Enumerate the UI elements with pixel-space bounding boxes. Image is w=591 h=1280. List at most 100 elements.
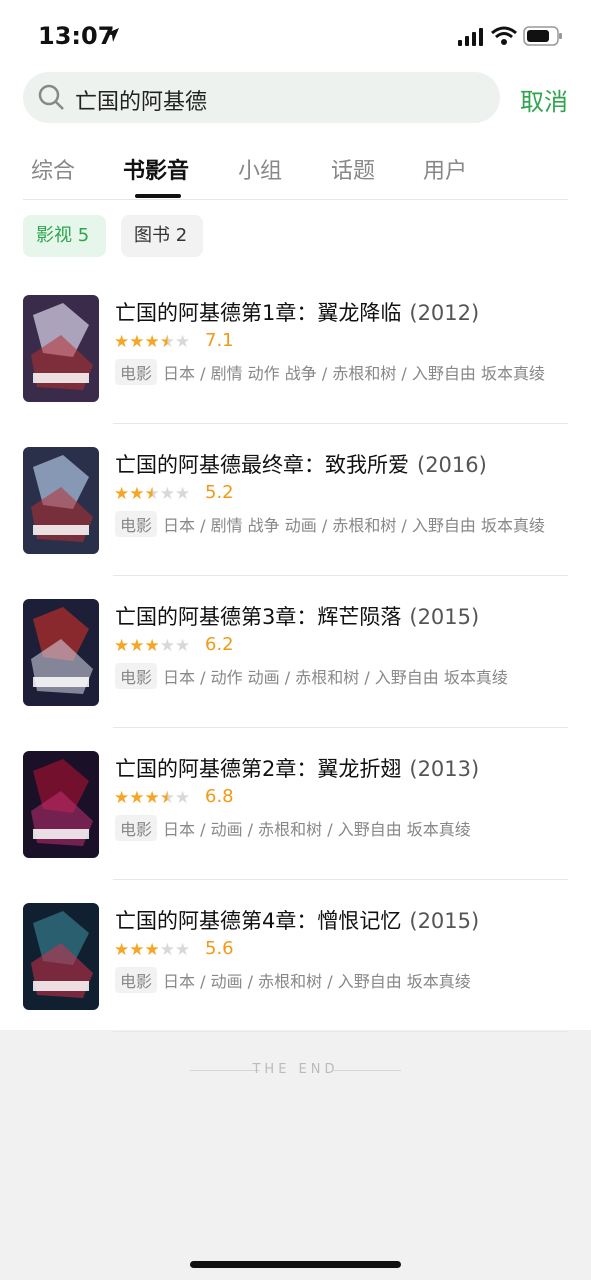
item-title-text: 亡国的阿基德第1章：翼龙降临 — [115, 301, 402, 325]
star-full-icon: ★ — [129, 332, 145, 352]
item-meta-text: 日本 / 动作 动画 / 赤根和树 / 入野自由 坂本真绫 — [163, 668, 508, 687]
list-item[interactable]: 亡国的阿基德最终章：致我所爱 (2016) ★★★★★ 5.2 电影 日本 / 剧情 战争… — [0, 447, 591, 599]
star-empty-icon: ★ — [175, 484, 191, 504]
poster-image — [23, 903, 99, 1010]
rating-score: 5.2 — [205, 482, 234, 503]
row-divider — [113, 423, 568, 424]
item-title: 亡国的阿基德第1章：翼龙降临 (2012) — [115, 297, 479, 327]
star-full-icon: ★ — [144, 332, 160, 352]
search-input[interactable]: 亡国的阿基德 — [75, 84, 207, 116]
star-full-icon: ★ — [144, 788, 160, 808]
row-divider — [113, 575, 568, 576]
star-full-icon: ★ — [129, 636, 145, 656]
item-meta-text: 日本 / 剧情 战争 动画 / 赤根和树 / 入野自由 坂本真绫 — [163, 516, 545, 535]
rating-stars: ★★★★★ — [114, 940, 190, 960]
item-meta: 电影 日本 / 剧情 动作 战争 / 赤根和树 / 入野自由 坂本真绫 — [115, 359, 545, 385]
rating-stars: ★★★★★ — [114, 636, 190, 656]
tab-overview[interactable]: 综合 — [31, 153, 75, 185]
category-badge: 电影 — [115, 511, 158, 537]
rating-stars: ★★★★★ — [114, 332, 190, 352]
category-badge: 电影 — [115, 815, 158, 841]
item-title-text: 亡国的阿基德最终章：致我所爱 — [115, 453, 409, 477]
status-bar: 13:07 — [0, 0, 591, 70]
star-full-icon: ★ — [114, 788, 130, 808]
rating-score: 5.6 — [205, 938, 234, 959]
star-full-icon: ★ — [114, 484, 130, 504]
star-empty-icon: ★ — [159, 636, 175, 656]
item-title: 亡国的阿基德第4章：憎恨记忆 (2015) — [115, 905, 479, 935]
list-item[interactable]: 亡国的阿基德第4章：憎恨记忆 (2015) ★★★★★ 5.6 电影 日本 / 动画 / … — [0, 903, 591, 1055]
star-empty-icon: ★ — [175, 332, 191, 352]
item-title: 亡国的阿基德最终章：致我所爱 (2016) — [115, 449, 487, 479]
tab-groups[interactable]: 小组 — [238, 153, 282, 185]
category-badge: 电影 — [115, 967, 158, 993]
cancel-button[interactable]: 取消 — [520, 82, 568, 117]
item-year: (2012) — [409, 301, 480, 325]
star-full-icon: ★ — [129, 940, 145, 960]
item-year: (2016) — [417, 453, 487, 477]
tab-bar: 综合 书影音 小组 话题 用户 — [0, 150, 591, 200]
rating-stars: ★★★★★ — [114, 788, 190, 808]
list-item[interactable]: 亡国的阿基德第2章：翼龙折翅 (2013) ★★★★★ 6.8 电影 日本 / 动画 / … — [0, 751, 591, 903]
category-badge: 电影 — [115, 359, 158, 385]
rating-score: 7.1 — [205, 330, 234, 351]
cellular-signal-icon — [458, 28, 483, 46]
star-empty-icon: ★ — [175, 788, 191, 808]
item-meta: 电影 日本 / 剧情 战争 动画 / 赤根和树 / 入野自由 坂本真绫 — [115, 511, 545, 537]
tab-books-movies-music[interactable]: 书影音 — [123, 153, 189, 185]
list-item[interactable]: 亡国的阿基德第1章：翼龙降临 (2012) ★★★★★ 7.1 电影 日本 / 剧情 动作… — [0, 295, 591, 447]
tabs-divider — [23, 199, 568, 200]
star-half-icon: ★ — [159, 332, 175, 352]
home-indicator — [190, 1261, 401, 1268]
status-time: 13:07 — [38, 22, 115, 50]
poster-image — [23, 447, 99, 554]
item-meta-text: 日本 / 动画 / 赤根和树 / 入野自由 坂本真绫 — [163, 820, 471, 839]
end-divider-right — [331, 1070, 401, 1071]
item-meta: 电影 日本 / 动画 / 赤根和树 / 入野自由 坂本真绫 — [115, 967, 471, 993]
poster-image — [23, 599, 99, 706]
item-year: (2015) — [409, 909, 480, 933]
filter-chip-movies[interactable]: 影视 5 — [23, 215, 106, 257]
item-year: (2015) — [409, 605, 480, 629]
item-title: 亡国的阿基德第2章：翼龙折翅 (2013) — [115, 753, 479, 783]
rating-score: 6.2 — [205, 634, 234, 655]
item-meta-text: 日本 / 动画 / 赤根和树 / 入野自由 坂本真绫 — [163, 972, 471, 991]
star-full-icon: ★ — [114, 940, 130, 960]
star-full-icon: ★ — [129, 484, 145, 504]
battery-icon — [523, 26, 562, 46]
wifi-icon — [491, 26, 517, 45]
star-empty-icon: ★ — [159, 940, 175, 960]
star-full-icon: ★ — [129, 788, 145, 808]
row-divider — [113, 879, 568, 880]
poster-image — [23, 751, 99, 858]
item-title: 亡国的阿基德第3章：辉芒陨落 (2015) — [115, 601, 479, 631]
item-meta: 电影 日本 / 动画 / 赤根和树 / 入野自由 坂本真绫 — [115, 815, 471, 841]
rating-stars: ★★★★★ — [114, 484, 190, 504]
row-divider — [113, 727, 568, 728]
star-full-icon: ★ — [114, 636, 130, 656]
star-empty-icon: ★ — [175, 636, 191, 656]
search-bar[interactable]: 亡国的阿基德 — [23, 72, 500, 123]
item-year: (2013) — [409, 757, 480, 781]
category-badge: 电影 — [115, 663, 158, 689]
item-title-text: 亡国的阿基德第3章：辉芒陨落 — [115, 605, 402, 629]
item-meta: 电影 日本 / 动作 动画 / 赤根和树 / 入野自由 坂本真绫 — [115, 663, 508, 689]
star-half-icon: ★ — [144, 484, 160, 504]
filter-chip-books[interactable]: 图书 2 — [121, 215, 203, 257]
location-arrow-icon — [105, 28, 119, 42]
item-title-text: 亡国的阿基德第2章：翼龙折翅 — [115, 757, 402, 781]
list-item[interactable]: 亡国的阿基德第3章：辉芒陨落 (2015) ★★★★★ 6.2 电影 日本 / 动作 动画… — [0, 599, 591, 751]
page: 13:07 亡国的阿基德 取消 综合 书影音 小组 话题 用户 影视 5 图书 … — [0, 0, 591, 1032]
tab-topics[interactable]: 话题 — [331, 153, 375, 185]
star-empty-icon: ★ — [159, 484, 175, 504]
poster-image — [23, 295, 99, 402]
star-full-icon: ★ — [144, 636, 160, 656]
search-icon — [38, 84, 64, 110]
tab-users[interactable]: 用户 — [423, 153, 467, 185]
star-empty-icon: ★ — [175, 940, 191, 960]
item-title-text: 亡国的阿基德第4章：憎恨记忆 — [115, 909, 402, 933]
end-label: THE END — [252, 1062, 339, 1077]
active-tab-indicator — [135, 194, 181, 198]
row-divider — [113, 1031, 568, 1032]
rating-score: 6.8 — [205, 786, 234, 807]
